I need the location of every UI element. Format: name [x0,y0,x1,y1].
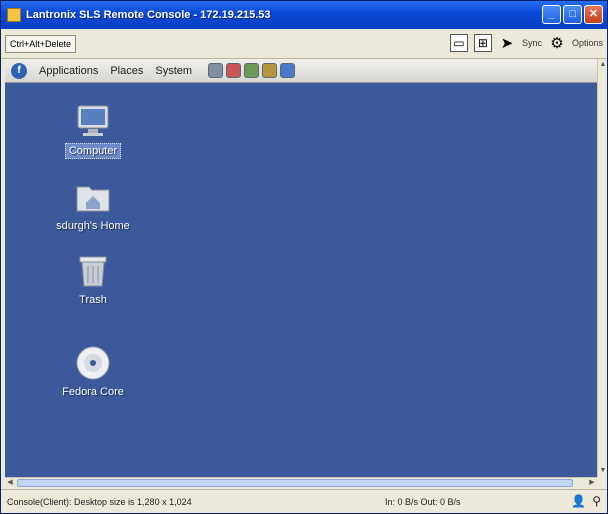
remote-console-window: Lantronix SLS Remote Console - 172.19.21… [0,0,608,514]
editor-launcher-icon[interactable] [244,63,260,78]
gnome-top-panel: f Applications Places System [5,59,597,83]
desktop-icon-label: Fedora Core [62,386,124,398]
scroll-up-icon[interactable]: ▲ [598,59,608,71]
screenshot-icon[interactable]: ▭ [449,34,468,52]
remote-desktop-screen[interactable]: f Applications Places System Computer sd… [5,59,597,477]
home-folder-icon [74,179,112,215]
title-bar[interactable]: Lantronix SLS Remote Console - 172.19.21… [1,1,607,29]
menu-system[interactable]: System [155,65,192,77]
user-icon[interactable]: 👤 [571,494,586,508]
desktop-icon-computer[interactable]: Computer [38,103,148,159]
gnome-foot-icon[interactable]: f [11,62,27,79]
window-title: Lantronix SLS Remote Console - 172.19.21… [26,9,271,21]
scroll-left-icon[interactable]: ◀ [5,478,15,488]
computer-icon [74,103,112,139]
desktop-icon-label: sdurgh's Home [56,220,130,232]
ctrl-alt-delete-button[interactable]: Ctrl+Alt+Delete [5,35,77,53]
sync-button[interactable]: Sync [522,38,542,48]
horizontal-scroll-thumb[interactable] [17,479,573,487]
menu-places[interactable]: Places [110,65,143,77]
settings-icon[interactable]: ⚙ [548,34,566,52]
status-bar: Console(Client): Desktop size is 1,280 x… [1,489,607,513]
browser-launcher-icon[interactable] [208,63,224,78]
toolbar: Ctrl+Alt+Delete ▭ ⊞ ➤ Sync ⚙ Options [1,29,607,59]
status-icons: 👤 ⚲ [571,494,601,508]
maximize-button[interactable]: □ [563,5,582,24]
window-controls: _ □ ✕ [542,5,603,24]
vertical-scrollbar[interactable]: ▲ ▼ [597,59,607,477]
fit-window-icon[interactable]: ⊞ [473,34,492,52]
app-icon [7,8,21,22]
mouse-pointer-icon[interactable]: ➤ [498,34,516,52]
status-desktop-size: Console(Client): Desktop size is 1,280 x… [7,497,192,507]
panel-launchers [208,63,296,78]
spreadsheet-launcher-icon[interactable] [280,63,296,78]
search-icon[interactable]: ⚲ [592,494,601,508]
presentation-launcher-icon[interactable] [262,63,278,78]
toolbar-right-group: ▭ ⊞ ➤ Sync ⚙ Options [449,34,603,52]
horizontal-scrollbar[interactable]: ◀ ▶ [5,477,597,487]
scroll-right-icon[interactable]: ▶ [587,478,597,488]
desktop-icon-label: Computer [64,143,122,159]
trash-icon [74,253,112,289]
mail-launcher-icon[interactable] [226,63,242,78]
minimize-button[interactable]: _ [542,5,561,24]
menu-applications[interactable]: Applications [39,65,98,77]
close-button[interactable]: ✕ [584,5,603,24]
desktop-icon-label: Trash [79,294,107,306]
cd-disc-icon [74,345,112,381]
options-button[interactable]: Options [572,38,603,48]
desktop-icon-fedora-core[interactable]: Fedora Core [38,345,148,399]
desktop-icon-trash[interactable]: Trash [38,253,148,307]
status-traffic: In: 0 B/s Out: 0 B/s [385,497,461,507]
desktop-icon-home[interactable]: sdurgh's Home [38,179,148,233]
scroll-down-icon[interactable]: ▼ [598,465,608,477]
